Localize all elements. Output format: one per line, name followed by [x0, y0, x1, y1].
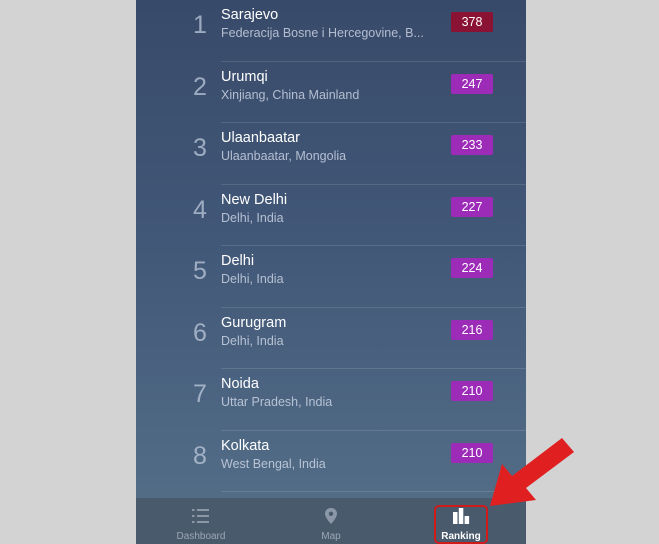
city-region: Xinjiang, China Mainland: [221, 87, 360, 102]
ranking-row[interactable]: 3 Ulaanbaatar Ulaanbaatar, Mongolia 233: [136, 123, 526, 185]
ranking-row[interactable]: 5 Delhi Delhi, India 224: [136, 246, 526, 308]
ranking-tab-highlight: [434, 505, 488, 544]
aqi-badge: 227: [451, 196, 493, 217]
ranking-row[interactable]: 4 New Delhi Delhi, India 227: [136, 185, 526, 246]
rank-number: 4: [193, 195, 207, 224]
rank-number: 1: [193, 11, 207, 39]
aqi-badge: 210: [451, 381, 493, 401]
rank-number: 7: [193, 380, 207, 408]
city-region: Delhi, India: [221, 333, 284, 348]
aqi-badge: 233: [451, 135, 493, 155]
tab-label: Map: [321, 531, 341, 542]
aqi-badge: 210: [451, 442, 493, 463]
ranking-list[interactable]: 1 Sarajevo Federacija Bosne i Hercegovin…: [136, 0, 526, 492]
ranking-row[interactable]: 7 Noida Uttar Pradesh, India 210: [136, 369, 526, 431]
city-name: Kolkata: [221, 437, 270, 454]
row-divider: [221, 491, 526, 492]
city-name: Sarajevo: [221, 7, 279, 23]
city-name: Ulaanbaatar: [221, 130, 300, 146]
city-name: Urumqi: [221, 68, 268, 85]
tab-label: Dashboard: [176, 531, 226, 542]
city-region: West Bengal, India: [221, 456, 326, 471]
rank-number: 2: [193, 72, 207, 101]
ranking-row[interactable]: 2 Urumqi Xinjiang, China Mainland 247: [136, 62, 526, 123]
tab-map[interactable]: Map: [266, 498, 396, 544]
list-icon: [192, 509, 209, 523]
city-name: New Delhi: [221, 191, 288, 208]
pointer-arrow-icon: [490, 438, 574, 506]
rank-number: 5: [193, 257, 207, 285]
city-name: Gurugram: [221, 314, 287, 331]
aqi-badge: 224: [451, 258, 493, 278]
ranking-row[interactable]: 1 Sarajevo Federacija Bosne i Hercegovin…: [136, 0, 526, 62]
map-pin-icon: [325, 508, 337, 524]
ranking-row[interactable]: 6 Gurugram Delhi, India 216: [136, 308, 526, 369]
city-region: Delhi, India: [221, 272, 284, 286]
ranking-row[interactable]: 8 Kolkata West Bengal, India 210: [136, 431, 526, 492]
rank-number: 3: [193, 134, 207, 162]
aqi-badge: 378: [451, 12, 493, 32]
aqi-badge: 216: [451, 319, 493, 340]
aqi-badge: 247: [451, 73, 493, 94]
city-name: Delhi: [221, 253, 255, 269]
rank-number: 8: [193, 441, 207, 470]
city-region: Ulaanbaatar, Mongolia: [221, 149, 347, 163]
city-region: Uttar Pradesh, India: [221, 395, 333, 409]
tab-dashboard[interactable]: Dashboard: [136, 498, 266, 544]
city-name: Noida: [221, 376, 259, 392]
app-screen: 1 Sarajevo Federacija Bosne i Hercegovin…: [136, 0, 526, 544]
city-region: Delhi, India: [221, 210, 284, 225]
rank-number: 6: [193, 318, 207, 347]
city-region: Federacija Bosne i Hercegovine, B...: [221, 26, 424, 40]
